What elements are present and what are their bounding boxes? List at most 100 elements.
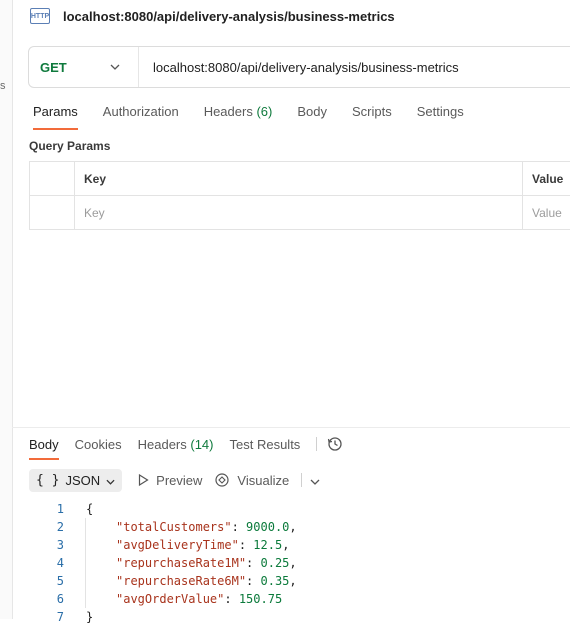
method-label: GET xyxy=(40,59,67,75)
query-params-heading: Query Params xyxy=(29,139,111,153)
indent-guide xyxy=(85,518,116,536)
json-separator: , xyxy=(282,538,290,552)
tab-settings[interactable]: Settings xyxy=(417,104,464,124)
row-checkbox[interactable] xyxy=(30,196,75,229)
line-number: 6 xyxy=(56,592,64,606)
line-number: 1 xyxy=(56,502,64,516)
tab-count: (14) xyxy=(190,436,214,452)
response-tabs: Body Cookies Headers (14) Test Results xyxy=(29,436,343,460)
tab-body[interactable]: Body xyxy=(297,104,327,124)
line-number: 2 xyxy=(56,520,64,534)
query-params-table: Key Value Key Value xyxy=(29,161,570,230)
preview-label: Preview xyxy=(156,472,203,488)
tab-count: (6) xyxy=(256,104,273,119)
url-bar: GET localhost:8080/api/delivery-analysis… xyxy=(28,46,570,88)
json-colon: : xyxy=(231,520,247,534)
json-key: "avgDeliveryTime" xyxy=(116,538,239,552)
code-line: 3 "avgDeliveryTime": 12.5, xyxy=(40,536,297,554)
chevron-down-icon[interactable] xyxy=(310,473,320,488)
tab-separator xyxy=(316,437,318,451)
json-value: 150.75 xyxy=(238,592,283,606)
response-body-viewer[interactable]: 1 { 2 "totalCustomers": 9000.0, 3 "avgDeli… xyxy=(40,500,297,626)
format-label: JSON xyxy=(65,472,101,488)
tab-label: Params xyxy=(33,104,78,119)
tab-headers[interactable]: Headers (6) xyxy=(204,104,273,124)
tab-scripts[interactable]: Scripts xyxy=(352,104,392,124)
json-value: 0.35 xyxy=(260,574,290,588)
tab-label: Test Results xyxy=(229,436,301,452)
json-colon: : xyxy=(224,592,239,606)
chevron-down-icon xyxy=(110,61,120,73)
tab-label: Authorization xyxy=(102,104,179,119)
line-number: 4 xyxy=(56,556,64,570)
toolbar-separator xyxy=(301,473,303,487)
tab-label: Headers xyxy=(137,436,187,452)
code-line: 7 } xyxy=(40,608,297,626)
http-request-icon: HTTP xyxy=(30,8,50,24)
chevron-down-icon xyxy=(106,473,115,488)
json-key: "avgOrderValue" xyxy=(116,592,225,606)
request-tabs: Params Authorization Headers (6) Body Sc… xyxy=(33,104,489,130)
code-line: 5 "repurchaseRate6M": 0.35, xyxy=(40,572,297,590)
json-close-brace: } xyxy=(86,610,94,624)
json-separator: , xyxy=(289,574,297,588)
json-open-brace: { xyxy=(86,502,94,516)
preview-button[interactable]: Preview xyxy=(138,473,202,488)
tab-label: Settings xyxy=(416,104,464,119)
code-line: 2 "totalCustomers": 9000.0, xyxy=(40,518,297,536)
line-number: 7 xyxy=(56,610,64,624)
json-key: "repurchaseRate6M" xyxy=(116,574,247,588)
json-colon: : xyxy=(246,574,261,588)
key-input[interactable]: Key xyxy=(75,196,523,229)
line-number: 3 xyxy=(56,538,64,552)
json-colon: : xyxy=(246,556,261,570)
json-separator: , xyxy=(289,520,297,534)
table-row: Key Value xyxy=(30,196,570,230)
method-select[interactable]: GET xyxy=(29,47,139,87)
tab-label: Headers xyxy=(203,104,253,119)
response-tab-body[interactable]: Body xyxy=(29,436,59,460)
indent-guide xyxy=(85,536,116,554)
response-tab-cookies[interactable]: Cookies xyxy=(75,437,122,452)
json-colon: : xyxy=(238,538,254,552)
indent-guide xyxy=(85,572,116,590)
code-line: 4 "repurchaseRate1M": 0.25, xyxy=(40,554,297,572)
value-column-header: Value xyxy=(532,171,564,186)
request-title[interactable]: localhost:8080/api/delivery-analysis/bus… xyxy=(63,9,395,24)
indent-guide xyxy=(85,590,116,608)
tab-authorization[interactable]: Authorization xyxy=(103,104,179,124)
braces-icon: { } xyxy=(36,472,60,488)
pane-divider[interactable] xyxy=(12,427,570,428)
json-value: 12.5 xyxy=(253,538,283,552)
response-tab-headers[interactable]: Headers (14) xyxy=(138,437,214,452)
visualize-icon xyxy=(215,473,230,487)
sidebar-edge: s xyxy=(0,0,13,619)
json-value: 0.25 xyxy=(260,556,290,570)
history-icon[interactable] xyxy=(327,436,343,452)
code-line: 1 { xyxy=(40,500,297,518)
tab-label: Scripts xyxy=(351,104,392,119)
value-input[interactable]: Value xyxy=(523,196,570,229)
sidebar-edge-text: s xyxy=(0,80,6,92)
json-key: "totalCustomers" xyxy=(116,520,232,534)
code-line: 6 "avgOrderValue": 150.75 xyxy=(40,590,297,608)
tab-params[interactable]: Params xyxy=(33,104,78,130)
line-number: 5 xyxy=(56,574,64,588)
json-value: 9000.0 xyxy=(246,520,290,534)
request-title-bar: HTTP localhost:8080/api/delivery-analysi… xyxy=(30,6,395,26)
key-column-header: Key xyxy=(75,162,523,195)
tab-label: Body xyxy=(297,104,327,119)
table-header-row: Key Value xyxy=(30,162,570,196)
tab-label: Cookies xyxy=(74,436,122,452)
json-separator: , xyxy=(289,556,297,570)
tab-label: Body xyxy=(29,436,59,452)
checkbox-column-header xyxy=(30,162,75,195)
visualize-button[interactable]: Visualize xyxy=(214,472,289,488)
play-icon xyxy=(139,474,149,486)
url-input[interactable]: localhost:8080/api/delivery-analysis/bus… xyxy=(139,60,459,75)
response-view-toolbar: { } JSON Preview Visualize xyxy=(29,468,320,492)
format-select[interactable]: { } JSON xyxy=(29,468,123,492)
indent-guide xyxy=(85,554,116,572)
response-tab-test-results[interactable]: Test Results xyxy=(230,437,301,452)
visualize-label: Visualize xyxy=(237,472,290,488)
